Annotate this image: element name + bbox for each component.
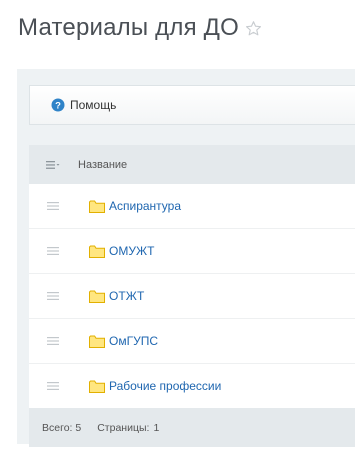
- folder-link[interactable]: ОМУЖТ: [89, 244, 155, 258]
- row-menu-icon: [47, 247, 59, 255]
- row-menu-icon: [47, 292, 59, 300]
- row-menu-button[interactable]: [29, 247, 77, 255]
- row-menu-button[interactable]: [29, 202, 77, 210]
- star-icon[interactable]: [245, 20, 262, 37]
- row-menu-icon: [47, 202, 59, 210]
- total-count: Всего: 5: [42, 421, 82, 434]
- column-header-name[interactable]: Название: [78, 159, 127, 171]
- folder-label: Рабочие профессии: [109, 379, 222, 393]
- table-row: ОмГУПС: [29, 319, 355, 364]
- folder-icon: [89, 245, 105, 258]
- table-row: ОТЖТ: [29, 274, 355, 319]
- table-row: ОМУЖТ: [29, 229, 355, 274]
- folder-icon: [89, 290, 105, 303]
- grid-footer: Всего: 5 Страницы: 1: [29, 408, 355, 447]
- menu-icon: [46, 160, 60, 169]
- page-header: Материалы для ДО: [18, 14, 262, 42]
- pages-label: Страницы:: [97, 421, 150, 434]
- help-label: Помощь: [70, 98, 117, 112]
- folder-label: ОТЖТ: [109, 289, 145, 303]
- row-menu-button[interactable]: [29, 337, 77, 345]
- folder-icon: [89, 335, 105, 348]
- help-button[interactable]: ? Помощь: [51, 98, 116, 112]
- row-menu-icon: [47, 337, 59, 345]
- row-menu-icon: [47, 382, 59, 390]
- folder-link[interactable]: Аспирантура: [89, 199, 181, 213]
- grid-header: Название: [29, 145, 355, 184]
- folder-label: Аспирантура: [109, 199, 182, 213]
- folder-icon: [89, 380, 105, 393]
- svg-text:?: ?: [55, 101, 61, 112]
- page-title: Материалы для ДО: [18, 14, 239, 41]
- folder-label: ОмГУПС: [109, 334, 158, 348]
- materials-grid: Название Аспирантура ОМУЖТ ОТЖТ ОмГУПС Р…: [29, 145, 355, 447]
- folder-label: ОМУЖТ: [109, 244, 155, 258]
- table-row: Аспирантура: [29, 184, 355, 229]
- folder-icon: [89, 200, 105, 213]
- grid-body: Аспирантура ОМУЖТ ОТЖТ ОмГУПС Рабочие пр…: [29, 184, 355, 408]
- column-settings-button[interactable]: [29, 160, 77, 170]
- toolbar: ? Помощь: [29, 85, 355, 125]
- table-row: Рабочие профессии: [29, 364, 355, 408]
- help-icon: ?: [51, 98, 65, 112]
- folder-link[interactable]: ОТЖТ: [89, 289, 144, 303]
- page-number[interactable]: 1: [153, 422, 159, 434]
- folder-link[interactable]: Рабочие профессии: [89, 379, 221, 393]
- row-menu-button[interactable]: [29, 292, 77, 300]
- content-panel: ? Помощь Название Аспирантура ОМУЖТ ОТЖТ…: [17, 69, 355, 447]
- row-menu-button[interactable]: [29, 382, 77, 390]
- folder-link[interactable]: ОмГУПС: [89, 334, 158, 348]
